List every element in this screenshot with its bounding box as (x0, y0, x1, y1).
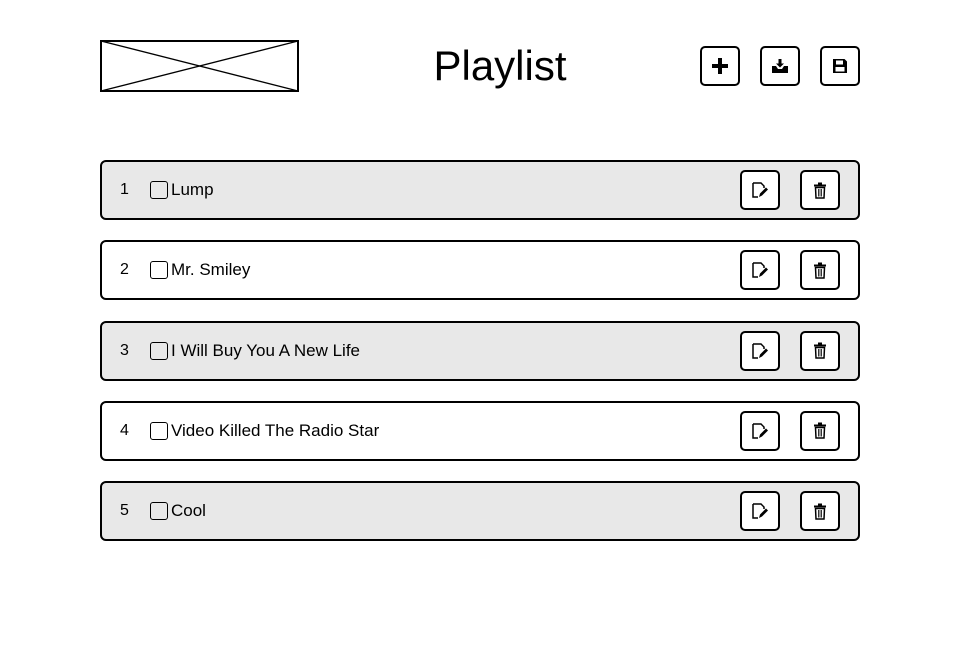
edit-icon (751, 422, 769, 440)
floppy-disk-icon (832, 58, 848, 74)
list-item: 3 I Will Buy You A New Life (100, 320, 860, 381)
playlist-page: Playlist 1 Lump 2 Mr. Smiley 3 I Will Bu… (0, 0, 960, 660)
song-index: 4 (120, 421, 129, 439)
logo-placeholder-image (100, 40, 299, 92)
song-index: 3 (120, 341, 129, 359)
list-item: 5 Cool (100, 481, 860, 542)
delete-song-button[interactable] (800, 250, 840, 291)
edit-song-button[interactable] (740, 491, 780, 532)
edit-song-button[interactable] (740, 170, 780, 210)
save-button[interactable] (820, 46, 860, 86)
list-item: 4 Video Killed The Radio Star (100, 400, 860, 461)
list-item: 1 Lump (100, 160, 860, 220)
delete-song-button[interactable] (800, 410, 840, 451)
song-index: 2 (120, 261, 129, 279)
download-button[interactable] (760, 46, 800, 86)
edit-song-button[interactable] (740, 330, 780, 371)
song-index: 1 (120, 181, 129, 198)
edit-song-button[interactable] (740, 250, 780, 291)
list-item: 2 Mr. Smiley (100, 240, 860, 301)
delete-song-button[interactable] (800, 170, 840, 210)
edit-icon (751, 502, 769, 520)
plus-icon (711, 57, 729, 75)
song-checkbox[interactable] (150, 421, 168, 440)
delete-song-button[interactable] (800, 491, 840, 532)
song-title: I Will Buy You A New Life (171, 340, 360, 360)
delete-song-button[interactable] (800, 330, 840, 371)
edit-icon (751, 261, 769, 279)
song-checkbox[interactable] (150, 341, 168, 360)
song-checkbox[interactable] (150, 502, 168, 521)
song-title: Cool (171, 501, 206, 521)
song-index: 5 (120, 502, 129, 520)
add-song-button[interactable] (700, 46, 740, 86)
trash-icon (813, 422, 827, 440)
trash-icon (813, 182, 827, 199)
song-checkbox[interactable] (150, 261, 168, 280)
song-checkbox[interactable] (150, 181, 168, 199)
edit-icon (751, 181, 769, 199)
trash-icon (813, 342, 827, 359)
trash-icon (813, 262, 827, 279)
song-title: Mr. Smiley (171, 260, 251, 280)
page-title: Playlist (433, 42, 567, 89)
download-tray-icon (771, 58, 789, 74)
trash-icon (813, 503, 827, 520)
song-title: Video Killed The Radio Star (171, 420, 380, 440)
song-list: 1 Lump 2 Mr. Smiley 3 I Will Buy You A N… (100, 160, 860, 561)
song-title: Lump (171, 180, 214, 199)
edit-icon (751, 342, 769, 360)
edit-song-button[interactable] (740, 410, 780, 451)
